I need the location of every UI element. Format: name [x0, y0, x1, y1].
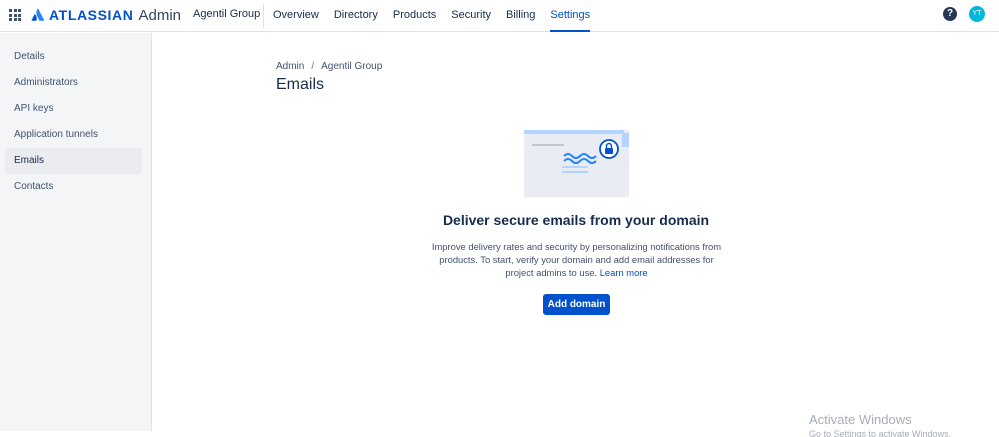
sidebar: Details Administrators API keys Applicat…: [0, 33, 152, 431]
breadcrumb-admin[interactable]: Admin: [276, 61, 304, 72]
learn-more-link[interactable]: Learn more: [600, 267, 648, 278]
add-domain-button[interactable]: Add domain: [543, 294, 610, 315]
envelope-lock-icon: [524, 130, 629, 197]
atlassian-admin-logo[interactable]: ATLASSIAN Admin: [31, 6, 181, 24]
tab-overview[interactable]: Overview: [273, 0, 319, 32]
sidebar-item-contacts[interactable]: Contacts: [5, 174, 142, 200]
help-icon[interactable]: ?: [943, 7, 957, 21]
tab-security[interactable]: Security: [451, 0, 491, 32]
avatar[interactable]: YT: [969, 6, 985, 22]
description-text: Improve delivery rates and security by p…: [431, 241, 722, 278]
breadcrumb: Admin / Agentil Group: [276, 61, 382, 72]
org-switcher[interactable]: Agentil Group: [193, 8, 260, 20]
page-title: Emails: [276, 76, 325, 93]
tab-directory[interactable]: Directory: [334, 0, 378, 32]
sidebar-item-api-keys[interactable]: API keys: [5, 96, 142, 122]
sidebar-item-details[interactable]: Details: [5, 44, 142, 70]
tab-settings[interactable]: Settings: [550, 0, 590, 32]
logo-admin-label: Admin: [138, 6, 182, 24]
nav-divider: [263, 4, 264, 28]
breadcrumb-separator: /: [311, 61, 315, 72]
nav-tabs: Overview Directory Products Security Bil…: [273, 0, 605, 32]
breadcrumb-org[interactable]: Agentil Group: [321, 61, 382, 72]
tab-products[interactable]: Products: [393, 0, 436, 32]
top-navigation: ATLASSIAN Admin Agentil Group Overview D…: [0, 0, 999, 32]
logo-wordmark: ATLASSIAN: [49, 7, 134, 23]
empty-state-heading: Deliver secure emails from your domain: [442, 212, 710, 228]
sidebar-item-application-tunnels[interactable]: Application tunnels: [5, 122, 142, 148]
sidebar-item-administrators[interactable]: Administrators: [5, 70, 142, 96]
app-switcher-icon[interactable]: [9, 9, 21, 21]
sidebar-item-emails[interactable]: Emails: [5, 148, 142, 174]
atlassian-logo-icon: [31, 8, 45, 21]
empty-state-description: Improve delivery rates and security by p…: [426, 240, 727, 279]
tab-billing[interactable]: Billing: [506, 0, 535, 32]
sidebar-list: Details Administrators API keys Applicat…: [5, 44, 142, 200]
watermark-title: Activate Windows: [809, 412, 912, 427]
watermark-subtitle: Go to Settings to activate Windows.: [809, 429, 952, 437]
